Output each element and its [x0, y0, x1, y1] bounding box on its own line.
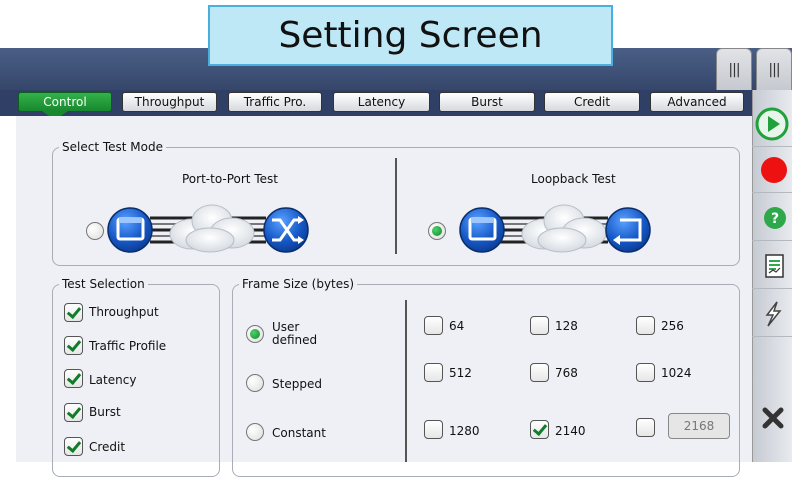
tab-credit[interactable]: Credit — [544, 92, 640, 112]
help-button[interactable]: ? — [752, 196, 792, 241]
left-edge — [0, 116, 16, 462]
record-icon — [761, 157, 787, 183]
frame-size-legend: Frame Size (bytes) — [242, 277, 355, 291]
size-1024-checkbox[interactable] — [636, 363, 655, 382]
burst-label: Burst — [89, 405, 121, 419]
user-defined-label: User defined — [272, 321, 317, 347]
loopback-diagram — [459, 204, 651, 253]
loopback-radio[interactable] — [428, 222, 446, 240]
start-button[interactable] — [752, 102, 792, 147]
custom-size-input[interactable]: 2168 — [668, 413, 730, 439]
test-selection-legend: Test Selection — [62, 277, 145, 291]
frame-size-divider — [405, 300, 407, 462]
tab-burst[interactable]: Burst — [439, 92, 535, 112]
report-button[interactable] — [752, 244, 792, 289]
size-512-checkbox[interactable] — [424, 363, 443, 382]
constant-label: Constant — [272, 426, 326, 440]
throughput-checkbox[interactable] — [64, 303, 83, 322]
traffic-profile-label: Traffic Profile — [89, 339, 167, 353]
user-defined-radio[interactable] — [246, 325, 264, 343]
custom-size-checkbox[interactable] — [636, 418, 655, 437]
size-128-label: 128 — [555, 319, 578, 333]
tab-throughput[interactable]: Throughput — [122, 92, 217, 112]
record-button[interactable] — [752, 148, 792, 193]
size-2140-label: 2140 — [555, 424, 586, 438]
burst-checkbox[interactable] — [64, 403, 83, 422]
close-button[interactable] — [752, 396, 792, 440]
size-768-checkbox[interactable] — [530, 363, 549, 382]
port-to-port-label: Port-to-Port Test — [182, 172, 278, 186]
size-2140-checkbox[interactable] — [530, 420, 549, 439]
svg-text:?: ? — [771, 211, 779, 227]
size-64-checkbox[interactable] — [424, 316, 443, 335]
port-to-port-diagram — [107, 204, 309, 253]
latency-label: Latency — [89, 373, 137, 387]
test-mode-legend: Select Test Mode — [62, 140, 163, 154]
user-defined-label-line1: User — [272, 320, 300, 334]
traffic-profile-checkbox[interactable] — [64, 336, 83, 355]
port-to-port-radio[interactable] — [86, 222, 104, 240]
throughput-label: Throughput — [89, 305, 159, 319]
tab-advanced[interactable]: Advanced — [650, 92, 744, 112]
tab-latency[interactable]: Latency — [333, 92, 430, 112]
loopback-label: Loopback Test — [531, 172, 616, 186]
tab-control[interactable]: Control — [18, 92, 112, 112]
page-title: Setting Screen — [208, 5, 613, 66]
drawer-handle-left[interactable]: ||| — [716, 48, 752, 92]
stepped-label: Stepped — [272, 377, 322, 391]
help-icon: ? — [764, 207, 786, 229]
close-icon — [762, 407, 784, 429]
test-mode-divider — [395, 158, 397, 254]
size-64-label: 64 — [449, 319, 465, 333]
size-512-label: 512 — [449, 366, 472, 380]
size-256-checkbox[interactable] — [636, 316, 655, 335]
size-1280-checkbox[interactable] — [424, 420, 443, 439]
size-1024-label: 1024 — [661, 366, 692, 380]
play-icon — [755, 107, 789, 141]
stepped-radio[interactable] — [246, 374, 264, 392]
credit-checkbox[interactable] — [64, 437, 83, 456]
tab-traffic-pro[interactable]: Traffic Pro. — [228, 92, 322, 112]
report-icon — [765, 254, 784, 278]
lightning-button[interactable] — [752, 292, 792, 337]
size-256-label: 256 — [661, 319, 684, 333]
drawer-handle-right[interactable]: ||| — [756, 48, 792, 92]
size-768-label: 768 — [555, 366, 578, 380]
user-defined-label-line2: defined — [272, 333, 318, 347]
size-128-checkbox[interactable] — [530, 316, 549, 335]
credit-label: Credit — [89, 440, 126, 454]
latency-checkbox[interactable] — [64, 369, 83, 388]
size-1280-label: 1280 — [449, 424, 480, 438]
constant-radio[interactable] — [246, 423, 264, 441]
lightning-icon — [765, 301, 782, 327]
